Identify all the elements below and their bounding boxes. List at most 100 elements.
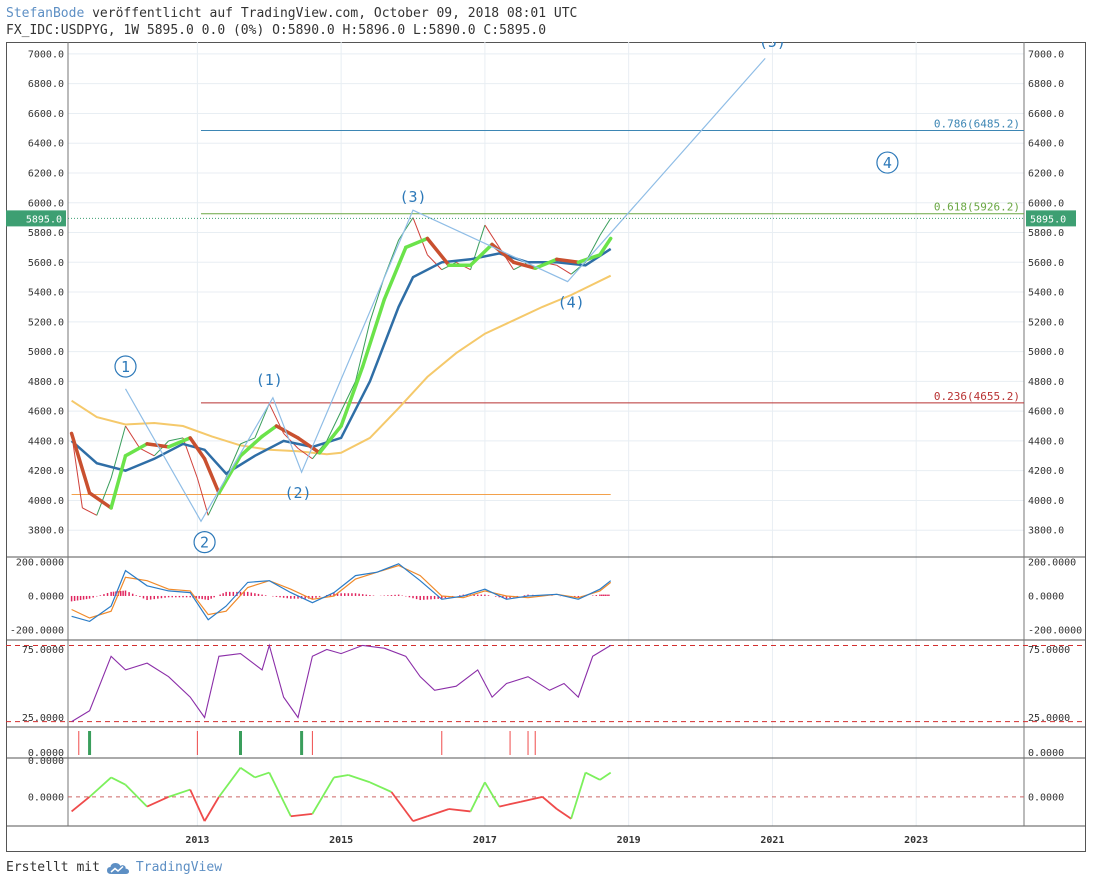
- tradingview-cloud-icon: [106, 862, 129, 874]
- last-price-label-left: 5895.0: [26, 214, 62, 225]
- price-segment: [82, 507, 97, 516]
- osc-segment: [348, 774, 371, 784]
- y-tick-label-left: 6800.0: [28, 79, 64, 90]
- osc-segment: [240, 766, 256, 779]
- wave-label: (3): [399, 188, 426, 206]
- price-segment: [96, 477, 112, 516]
- x-tick-label: 2021: [760, 835, 784, 846]
- fib-level-label: 0.786(6485.2): [934, 118, 1020, 131]
- y-tick-label-left: 5400.0: [28, 288, 64, 299]
- publish-info: veröffentlicht auf TradingView.com, Octo…: [84, 6, 578, 21]
- osc-segment: [71, 796, 91, 813]
- wave-label: 1: [121, 358, 130, 376]
- osc-segment: [412, 815, 428, 822]
- osc-segment: [146, 796, 170, 808]
- last-price-label-right: 5895.0: [1030, 214, 1066, 225]
- tradingview-brand[interactable]: TradingView: [136, 860, 222, 875]
- macd-y-label-right: 200.0000: [1028, 558, 1076, 569]
- osc-segment: [333, 774, 349, 779]
- elliott-wave-path: [124, 58, 766, 523]
- y-tick-label-left: 6200.0: [28, 168, 64, 179]
- macd-y-label-left: -200.0000: [10, 625, 64, 636]
- fib-level-label: 0.618(5926.2): [934, 201, 1020, 214]
- osc-segment: [585, 771, 601, 781]
- wave-label: (1): [256, 371, 283, 389]
- y-tick-label-right: 4400.0: [1028, 436, 1064, 447]
- ema-fast-segment: [425, 236, 451, 268]
- y-tick-label-right: 5400.0: [1028, 288, 1064, 299]
- footer: Erstellt mit TradingView: [6, 860, 222, 875]
- y-tick-label-right: 5800.0: [1028, 228, 1064, 239]
- y-tick-label-right: 7000.0: [1028, 49, 1064, 60]
- osc-segment: [520, 795, 543, 803]
- rsi-y-label-right: 75.0000: [1028, 645, 1070, 656]
- y-tick-label-right: 6000.0: [1028, 198, 1064, 209]
- x-tick-label: 2015: [329, 835, 353, 846]
- y-tick-label-left: 6400.0: [28, 139, 64, 150]
- signal-y-label-right: 0.0000: [1028, 748, 1064, 759]
- y-tick-label-left: 6600.0: [28, 109, 64, 120]
- y-tick-label-left: 4200.0: [28, 466, 64, 477]
- y-tick-label-right: 6400.0: [1028, 139, 1064, 150]
- osc-segment: [570, 772, 587, 819]
- rsi-y-label-left: 75.0000: [22, 645, 64, 656]
- created-with-text: Erstellt mit: [6, 860, 100, 875]
- y-tick-label-right: 4200.0: [1028, 466, 1064, 477]
- y-tick-label-left: 4400.0: [28, 436, 64, 447]
- y-tick-label-left: 4600.0: [28, 407, 64, 418]
- osc-segment: [168, 788, 191, 798]
- ema-fast-segment: [217, 454, 243, 495]
- x-tick-label: 2023: [904, 835, 928, 846]
- y-tick-label-right: 4600.0: [1028, 407, 1064, 418]
- osc-segment: [290, 812, 313, 818]
- rsi-y-label-right: 25.0000: [1028, 713, 1070, 724]
- ema-fast-segment: [260, 424, 279, 439]
- y-tick-label-right: 5200.0: [1028, 317, 1064, 328]
- osc-segment: [254, 771, 270, 779]
- osc-segment: [390, 791, 414, 822]
- y-tick-label-right: 4800.0: [1028, 377, 1064, 388]
- osc-segment: [311, 776, 335, 815]
- chart-canvas[interactable]: 2013 2015 2017 2019 2021 2023 3800.0 3800.0 4000…: [6, 42, 1086, 852]
- osc-segment: [599, 771, 612, 781]
- y-tick-label-left: 6000.0: [28, 198, 64, 209]
- ema-fast-segment: [69, 431, 92, 495]
- y-tick-label-right: 6600.0: [1028, 109, 1064, 120]
- ema-fast-segment: [533, 257, 559, 270]
- y-tick-label-left: 7000.0: [28, 49, 64, 60]
- rsi-y-label-left: 25.0000: [22, 713, 64, 724]
- osc-segment: [448, 808, 471, 813]
- y-tick-label-right: 3800.0: [1028, 526, 1064, 537]
- y-tick-label-right: 4000.0: [1028, 496, 1064, 507]
- chart-header-line-1: StefanBode veröffentlicht auf TradingVie…: [6, 6, 577, 22]
- price-segment: [139, 447, 155, 457]
- osc-segment: [499, 800, 522, 808]
- osc-y-label-right: 0.0000: [1028, 792, 1064, 803]
- price-segment: [398, 217, 414, 241]
- y-tick-label-right: 5600.0: [1028, 258, 1064, 269]
- y-tick-label-right: 6800.0: [1028, 79, 1064, 90]
- symbol-info: FX_IDC:USDPYG, 1W 5895.0 0.0 (0%) O:5890…: [6, 23, 547, 38]
- y-tick-label-left: 4800.0: [28, 377, 64, 388]
- osc-segment: [469, 781, 486, 812]
- chart-frame[interactable]: 2013 2015 2017 2019 2021 2023 3800.0 3800.0 4000…: [6, 42, 1086, 852]
- y-tick-label-left: 4000.0: [28, 496, 64, 507]
- price-segment: [556, 264, 572, 275]
- fib-level-label: 0.236(4655.2): [934, 390, 1020, 403]
- price-segment: [412, 217, 428, 256]
- author-link[interactable]: StefanBode: [6, 6, 84, 21]
- y-tick-label-right: 6200.0: [1028, 168, 1064, 179]
- osc-segment: [218, 767, 242, 798]
- macd-y-label-left: 200.0000: [16, 558, 64, 569]
- macd-y-label-right: -200.0000: [1028, 625, 1082, 636]
- y-tick-label-left: 5800.0: [28, 228, 64, 239]
- price-segment: [196, 477, 209, 516]
- osc-segment: [427, 808, 450, 818]
- wave-label: (5): [759, 42, 786, 51]
- osc-segment: [268, 772, 292, 817]
- x-tick-label: 2017: [473, 835, 497, 846]
- y-tick-label-left: 3800.0: [28, 526, 64, 537]
- x-tick-label: 2013: [185, 835, 209, 846]
- x-tick-label: 2019: [617, 835, 641, 846]
- y-tick-label-left: 5600.0: [28, 258, 64, 269]
